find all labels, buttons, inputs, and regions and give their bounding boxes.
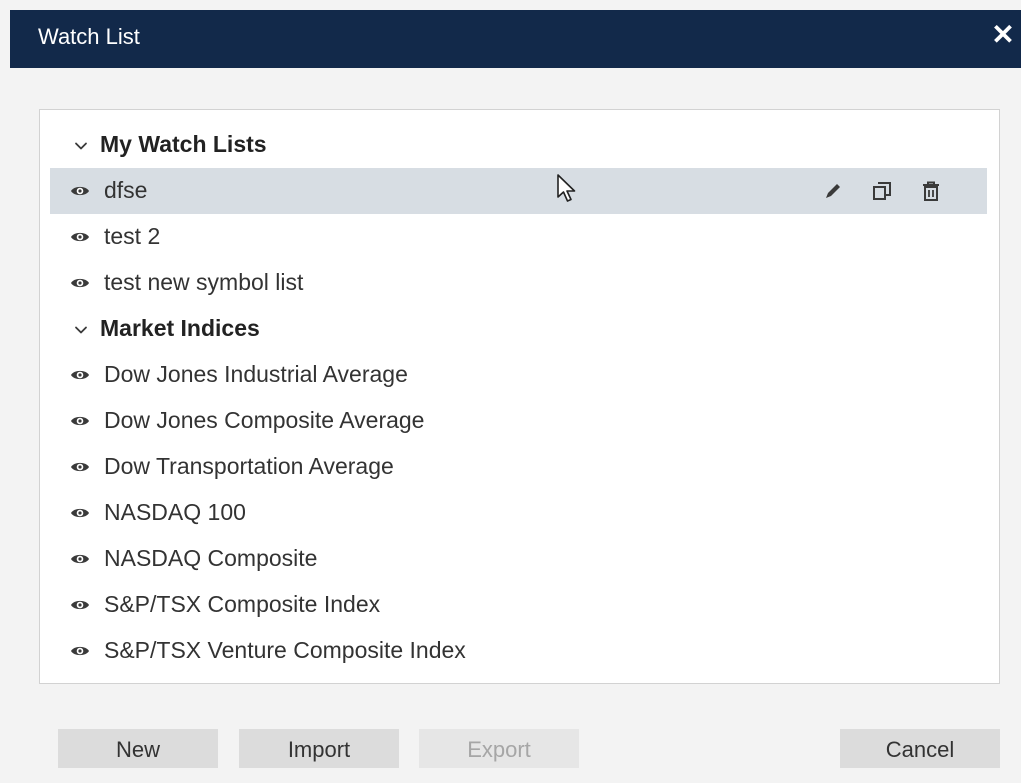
watch-list-item[interactable]: S&P/TSX Composite Index (50, 582, 987, 628)
eye-icon[interactable] (70, 367, 90, 383)
dialog-title: Watch List (38, 24, 140, 49)
import-button[interactable]: Import (239, 729, 399, 768)
watch-list-item[interactable]: Dow Jones Industrial Average (50, 352, 987, 398)
watch-list-dialog: Watch List ✕ My Watch Lists dfse test 2 tes… (10, 10, 1021, 783)
watch-list-item-label: dfse (104, 177, 148, 203)
watch-list-item-label: Dow Transportation Average (104, 453, 394, 479)
eye-icon[interactable] (70, 275, 90, 291)
watch-list-item[interactable]: test 2 (50, 214, 987, 260)
chevron-down-icon[interactable] (72, 321, 90, 339)
group-label: My Watch Lists (100, 131, 267, 157)
group-header[interactable]: My Watch Lists (50, 122, 987, 168)
close-icon[interactable]: ✕ (991, 20, 1015, 50)
watch-list-item[interactable]: NASDAQ Composite (50, 536, 987, 582)
watch-list-item[interactable]: S&P/TSX Venture Composite Index (50, 628, 987, 674)
mouse-cursor-icon (557, 174, 576, 202)
new-button[interactable]: New (58, 729, 218, 768)
watch-list-item-label: test new symbol list (104, 269, 304, 295)
chevron-down-icon[interactable] (72, 137, 90, 155)
watch-list-item-label: NASDAQ Composite (104, 545, 318, 571)
watch-list-item-label: S&P/TSX Composite Index (104, 591, 381, 617)
eye-icon[interactable] (70, 459, 90, 475)
group-label: Market Indices (100, 315, 260, 341)
eye-icon[interactable] (70, 643, 90, 659)
eye-icon[interactable] (70, 413, 90, 429)
edit-icon[interactable] (821, 179, 845, 203)
watch-list-item-label: Dow Jones Composite Average (104, 407, 425, 433)
watch-list-item-label: test 2 (104, 223, 161, 249)
dialog-titlebar: Watch List ✕ (10, 10, 1021, 68)
copy-icon[interactable] (870, 179, 894, 203)
watch-list-tree: My Watch Lists dfse test 2 test new symbol … (39, 109, 1000, 684)
group-header[interactable]: Market Indices (50, 306, 987, 352)
watch-list-item[interactable]: dfse (50, 168, 987, 214)
row-actions (817, 168, 957, 214)
eye-icon[interactable] (70, 505, 90, 521)
cancel-button[interactable]: Cancel (840, 729, 1000, 768)
watch-list-item-label: NASDAQ 100 (104, 499, 246, 525)
watch-list-item[interactable]: Dow Transportation Average (50, 444, 987, 490)
delete-icon[interactable] (919, 179, 943, 203)
export-button: Export (419, 729, 579, 768)
watch-list-item[interactable]: Dow Jones Composite Average (50, 398, 987, 444)
eye-icon[interactable] (70, 229, 90, 245)
watch-list-item[interactable]: test new symbol list (50, 260, 987, 306)
watch-list-item-label: S&P/TSX Venture Composite Index (104, 637, 466, 663)
eye-icon[interactable] (70, 551, 90, 567)
watch-list-item-label: Dow Jones Industrial Average (104, 361, 408, 387)
eye-icon[interactable] (70, 183, 90, 199)
eye-icon[interactable] (70, 597, 90, 613)
watch-list-item[interactable]: NASDAQ 100 (50, 490, 987, 536)
